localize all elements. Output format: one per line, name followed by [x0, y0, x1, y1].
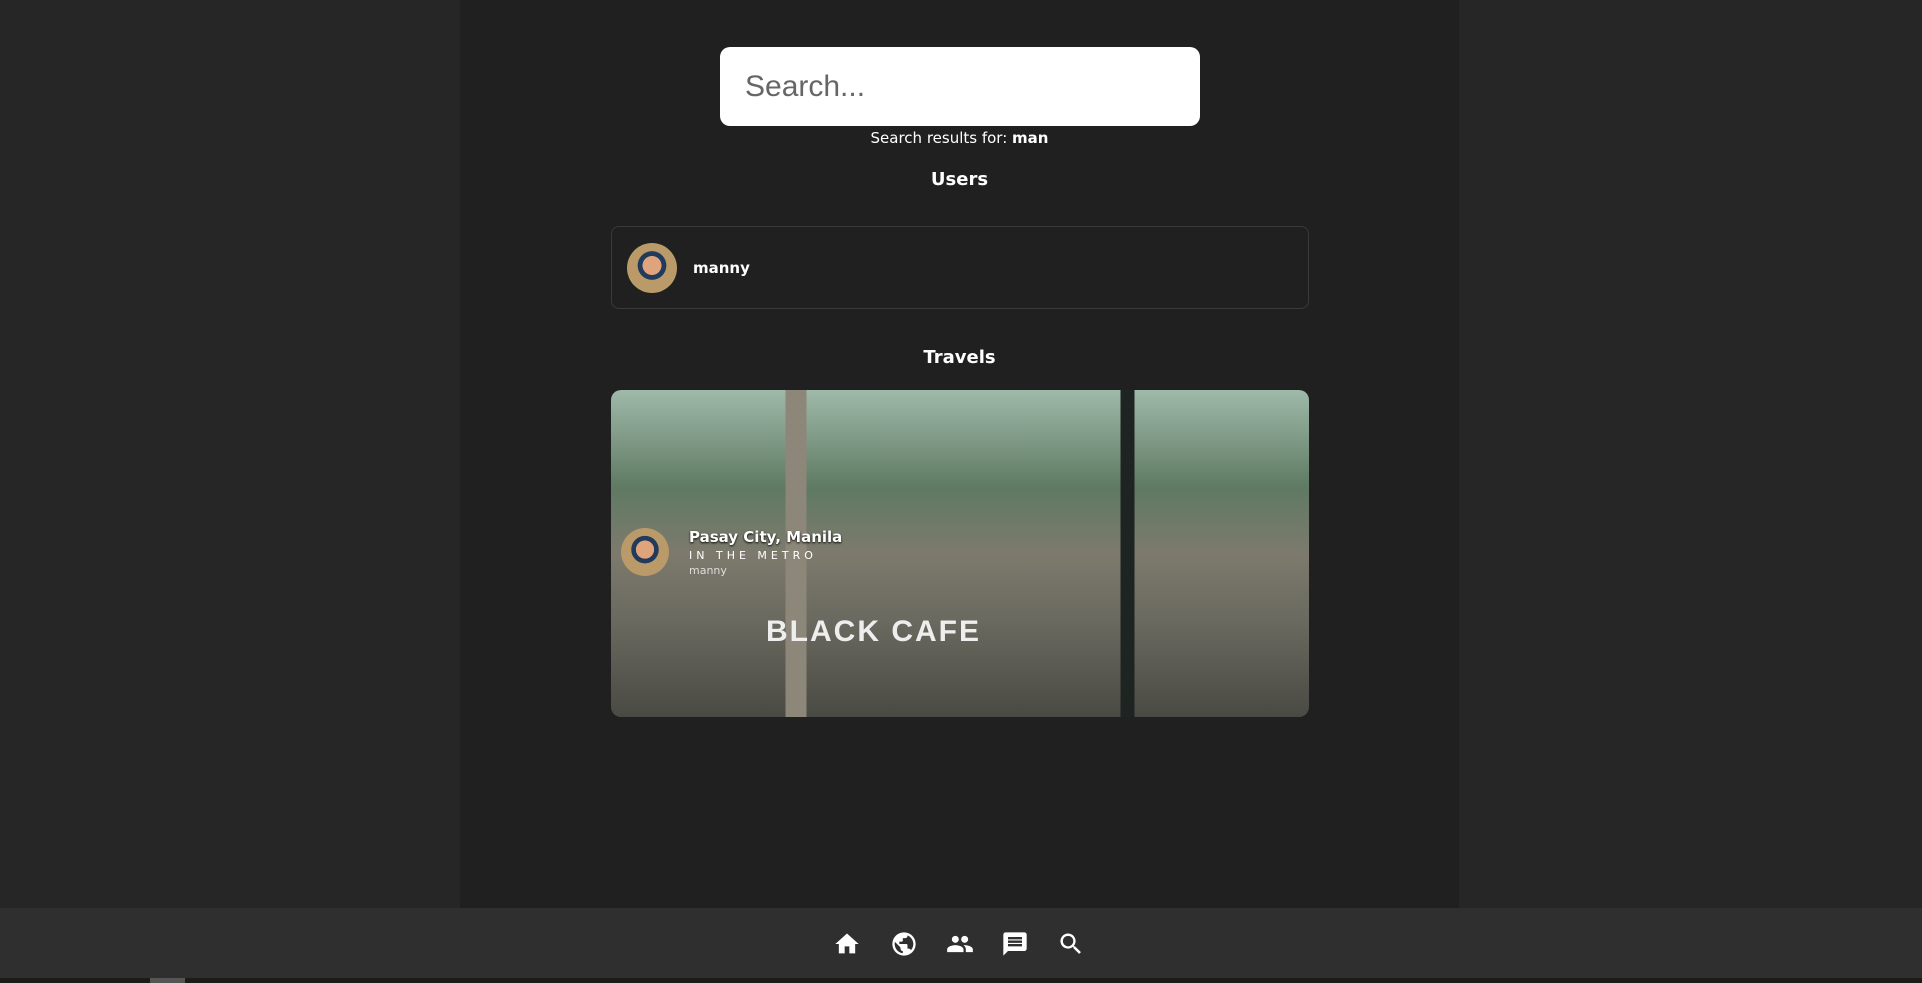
- username: manny: [693, 258, 750, 277]
- user-result-card[interactable]: manny: [611, 226, 1309, 309]
- bottom-strip: [0, 978, 1922, 983]
- search-input[interactable]: [720, 47, 1200, 126]
- travel-username: manny: [689, 564, 727, 577]
- home-icon[interactable]: [833, 930, 861, 958]
- avatar: [627, 242, 677, 293]
- users-heading: Users: [930, 169, 989, 190]
- chat-icon[interactable]: [1001, 930, 1029, 958]
- globe-icon[interactable]: [890, 930, 918, 958]
- search-query: man: [1012, 129, 1049, 147]
- people-icon[interactable]: [946, 930, 974, 958]
- travel-category: IN THE METRO: [689, 549, 817, 562]
- search-results-label: Search results for: man: [460, 129, 1459, 147]
- scroll-thumb[interactable]: [150, 978, 185, 983]
- results-prefix: Search results for:: [870, 129, 1013, 147]
- search-icon[interactable]: [1057, 930, 1085, 958]
- avatar: [621, 528, 669, 576]
- cafe-sign: BLACK CAFE: [766, 615, 981, 648]
- bottom-nav: [0, 908, 1922, 978]
- travel-card[interactable]: BLACK CAFE Pasay City, Manila IN THE MET…: [611, 390, 1309, 717]
- travels-heading: Travels: [923, 347, 996, 368]
- travel-location: Pasay City, Manila: [689, 528, 843, 546]
